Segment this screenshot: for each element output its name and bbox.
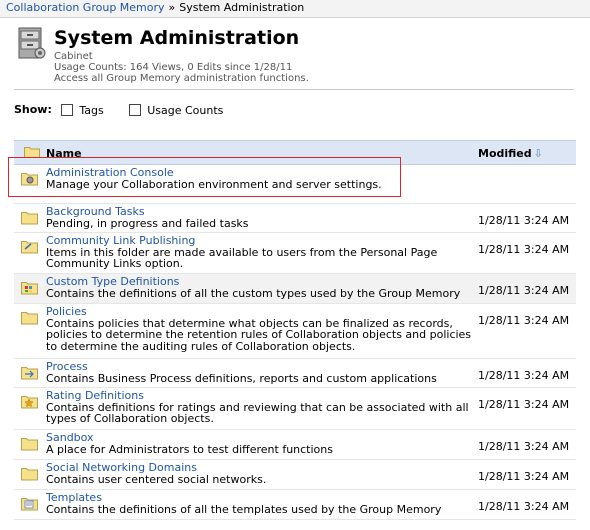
item-link[interactable]: Custom Type Definitions xyxy=(46,276,474,288)
rating-folder-icon[interactable] xyxy=(21,394,38,412)
usage-counts-checkbox[interactable] xyxy=(129,104,142,116)
item-modified: 1/28/11 3:24 AM xyxy=(478,440,570,453)
item-link[interactable]: Community Link Publishing xyxy=(46,235,474,247)
item-modified: 1/28/11 3:24 AM xyxy=(478,214,570,227)
cabinet-icon xyxy=(18,27,46,59)
divider xyxy=(14,89,574,90)
column-modified-label: Modified xyxy=(478,147,532,160)
list-item[interactable]: Custom Type Definitions Contains the defi… xyxy=(14,274,576,304)
breadcrumb-current: System Administration xyxy=(179,1,305,14)
folder-list: Name Modified ⇩ Administration Console Man… xyxy=(14,140,576,520)
item-description: Contains policies that determine what ob… xyxy=(46,316,472,353)
item-link[interactable]: Process xyxy=(46,361,474,373)
item-text: Custom Type Definitions Contains the defi… xyxy=(46,276,474,299)
page-description: Access all Group Memory administration f… xyxy=(54,73,309,84)
usage-counts-option-label: Usage Counts xyxy=(147,103,224,117)
breadcrumb: Collaboration Group Memory» System Admini… xyxy=(0,0,590,18)
show-options: Show: Tags Usage Counts xyxy=(14,103,245,117)
item-modified: 1/28/11 3:24 AM xyxy=(478,470,570,483)
item-link[interactable]: Rating Definitions xyxy=(46,390,474,402)
item-description: Contains the definitions of all the temp… xyxy=(46,502,442,516)
item-description: Contains definitions for ratings and rev… xyxy=(46,400,469,425)
folder-icon[interactable] xyxy=(21,210,38,228)
item-modified: 1/28/11 3:24 AM xyxy=(478,398,570,411)
folder-icon[interactable] xyxy=(21,436,38,454)
item-link[interactable]: Templates xyxy=(46,492,474,504)
breadcrumb-parent-link[interactable]: Collaboration Group Memory xyxy=(6,1,165,14)
item-text: Process Contains Business Process definit… xyxy=(46,361,474,384)
item-text: Sandbox A place for Administrators to tes… xyxy=(46,432,474,455)
link-folder-icon[interactable] xyxy=(21,239,38,257)
item-modified: 1/28/11 3:24 AM xyxy=(478,500,570,513)
item-description: Items in this folder are made available … xyxy=(46,245,438,270)
item-description: Pending, in progress and failed tasks xyxy=(46,216,249,230)
item-description: A place for Administrators to test diffe… xyxy=(46,442,333,456)
page-title: System Administration xyxy=(54,27,300,49)
item-text: Background Tasks Pending, in progress and… xyxy=(46,206,474,229)
template-folder-icon[interactable] xyxy=(21,496,38,514)
folder-icon[interactable] xyxy=(21,310,38,328)
list-item[interactable]: Social Networking Domains Contains user c… xyxy=(14,460,576,490)
item-modified: 1/28/11 3:24 AM xyxy=(478,243,570,256)
process-folder-icon[interactable] xyxy=(21,365,38,383)
item-text: Community Link Publishing Items in this f… xyxy=(46,235,474,270)
item-link[interactable]: Social Networking Domains xyxy=(46,462,474,474)
usage-counts: Usage Counts: 164 Views, 0 Edits since 1… xyxy=(54,62,293,73)
list-item[interactable]: Rating Definitions Contains definitions f… xyxy=(14,388,576,430)
item-modified: 1/28/11 3:24 AM xyxy=(478,314,570,327)
item-text: Rating Definitions Contains definitions f… xyxy=(46,390,474,425)
item-link[interactable]: Background Tasks xyxy=(46,206,474,218)
breadcrumb-separator: » xyxy=(168,1,176,14)
item-link[interactable]: Policies xyxy=(46,306,474,318)
object-type: Cabinet xyxy=(54,51,93,62)
tags-checkbox[interactable] xyxy=(61,104,74,116)
item-text: Policies Contains policies that determine… xyxy=(46,306,474,352)
show-label: Show: xyxy=(14,103,52,116)
item-description: Contains user centered social networks. xyxy=(46,472,267,486)
item-link[interactable]: Sandbox xyxy=(46,432,474,444)
list-item[interactable]: Community Link Publishing Items in this f… xyxy=(14,233,576,274)
selection-highlight xyxy=(8,157,401,197)
column-modified[interactable]: Modified ⇩ xyxy=(478,147,543,160)
list-item[interactable]: Policies Contains policies that determine… xyxy=(14,304,576,359)
item-modified: 1/28/11 3:24 AM xyxy=(478,284,570,297)
page-subtitle: Cabinet Usage Counts: 164 Views, 0 Edits… xyxy=(54,51,309,84)
item-description: Contains the definitions of all the cust… xyxy=(46,286,461,300)
sort-desc-icon[interactable]: ⇩ xyxy=(534,147,543,160)
item-modified: 1/28/11 3:24 AM xyxy=(478,369,570,382)
list-item[interactable]: Sandbox A place for Administrators to tes… xyxy=(14,430,576,460)
types-folder-icon[interactable] xyxy=(21,280,38,298)
list-item[interactable]: Process Contains Business Process definit… xyxy=(14,359,576,388)
item-description: Contains Business Process definitions, r… xyxy=(46,371,437,385)
tags-option-label: Tags xyxy=(79,103,104,117)
list-item[interactable]: Templates Contains the definitions of all… xyxy=(14,490,576,520)
list-item[interactable]: Background Tasks Pending, in progress and… xyxy=(14,204,576,233)
item-text: Social Networking Domains Contains user c… xyxy=(46,462,474,485)
item-text: Templates Contains the definitions of all… xyxy=(46,492,474,515)
folder-icon[interactable] xyxy=(21,466,38,484)
